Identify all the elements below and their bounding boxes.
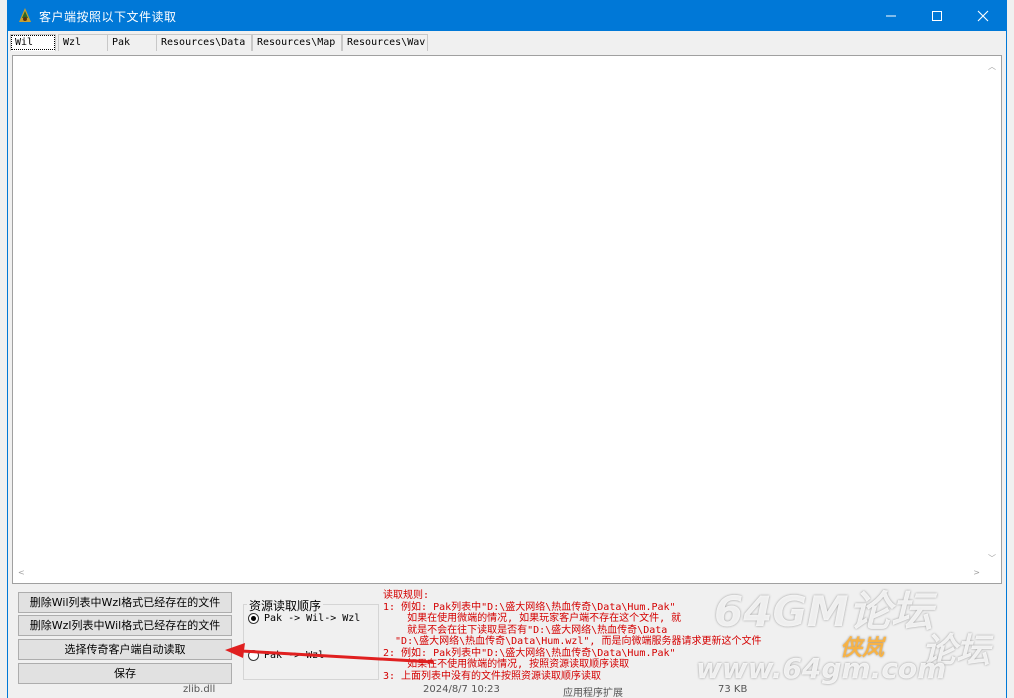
auto-read-client-button[interactable]: 选择传奇客户端自动读取 <box>18 639 232 660</box>
annotation-arrow-icon <box>225 643 434 664</box>
radio-label: Pak -> Wil-> Wzl <box>264 613 361 624</box>
rules-heading: 读取规则: <box>383 590 430 601</box>
radio-checked-icon <box>248 613 259 624</box>
app-icon <box>19 8 31 22</box>
scroll-down-icon[interactable]: ﹀ <box>988 553 996 564</box>
bg-file-size: 73 KB <box>718 684 748 695</box>
main-window: 客户端按照以下文件读取 Wil Wzl Pak Resources\Data R… <box>8 0 1006 698</box>
save-button[interactable]: 保存 <box>18 663 232 684</box>
horizontal-scrollbar[interactable]: < > <box>14 566 984 582</box>
tab-resources-wav[interactable]: Resources\Wav <box>342 34 428 51</box>
rule-line: 1: 例如: Pak列表中"D:\盛大网络\热血传奇\Data\Hum.Pak" <box>383 601 676 613</box>
file-list[interactable]: ︿ ﹀ < > <box>12 55 1002 584</box>
close-button[interactable] <box>960 0 1006 31</box>
tab-pak[interactable]: Pak <box>107 34 157 51</box>
maximize-icon <box>932 10 942 21</box>
resource-order-title: 资源读取顺序 <box>247 597 324 614</box>
rule-line: 3: 上面列表中没有的文件按照资源读取顺序读取 <box>383 670 602 682</box>
delete-wil-duplicates-button[interactable]: 删除Wil列表中Wzl格式已经存在的文件 <box>18 592 232 613</box>
minimize-icon <box>886 15 896 16</box>
bg-file-type: 应用程序扩展 <box>563 688 623 698</box>
scroll-right-icon[interactable]: > <box>973 568 980 577</box>
bg-file-date: 2024/8/7 10:23 <box>423 684 500 695</box>
tab-resources-data[interactable]: Resources\Data <box>156 34 252 51</box>
bg-file-name: zlib.dll <box>183 684 216 695</box>
radio-order-wil-first[interactable]: Pak -> Wil-> Wzl <box>248 613 360 624</box>
rule-line: 就是不会在往下读取是否有"D:\盛大网络\热血传奇\Data <box>383 624 668 636</box>
delete-wzl-duplicates-button[interactable]: 删除Wzl列表中Wil格式已经存在的文件 <box>18 615 232 636</box>
rule-line: 如果在使用微端的情况, 如果玩家客户端不存在这个文件, 就 <box>383 613 682 624</box>
scroll-up-icon[interactable]: ︿ <box>988 61 996 72</box>
maximize-button[interactable] <box>914 0 960 31</box>
title-bar[interactable]: 客户端按照以下文件读取 <box>8 0 1006 31</box>
minimize-button[interactable] <box>868 0 914 31</box>
background-explorer-row: zlib.dll 2024/8/7 10:23 应用程序扩展 73 KB <box>148 682 808 698</box>
tab-resources-map[interactable]: Resources\Map <box>252 34 342 51</box>
tab-wil[interactable]: Wil <box>10 34 56 51</box>
vertical-scrollbar[interactable]: ︿ ﹀ <box>984 57 1000 566</box>
close-icon <box>977 10 989 21</box>
window-title: 客户端按照以下文件读取 <box>39 10 177 24</box>
scroll-left-icon[interactable]: < <box>18 568 25 577</box>
tab-wzl[interactable]: Wzl <box>58 34 108 51</box>
